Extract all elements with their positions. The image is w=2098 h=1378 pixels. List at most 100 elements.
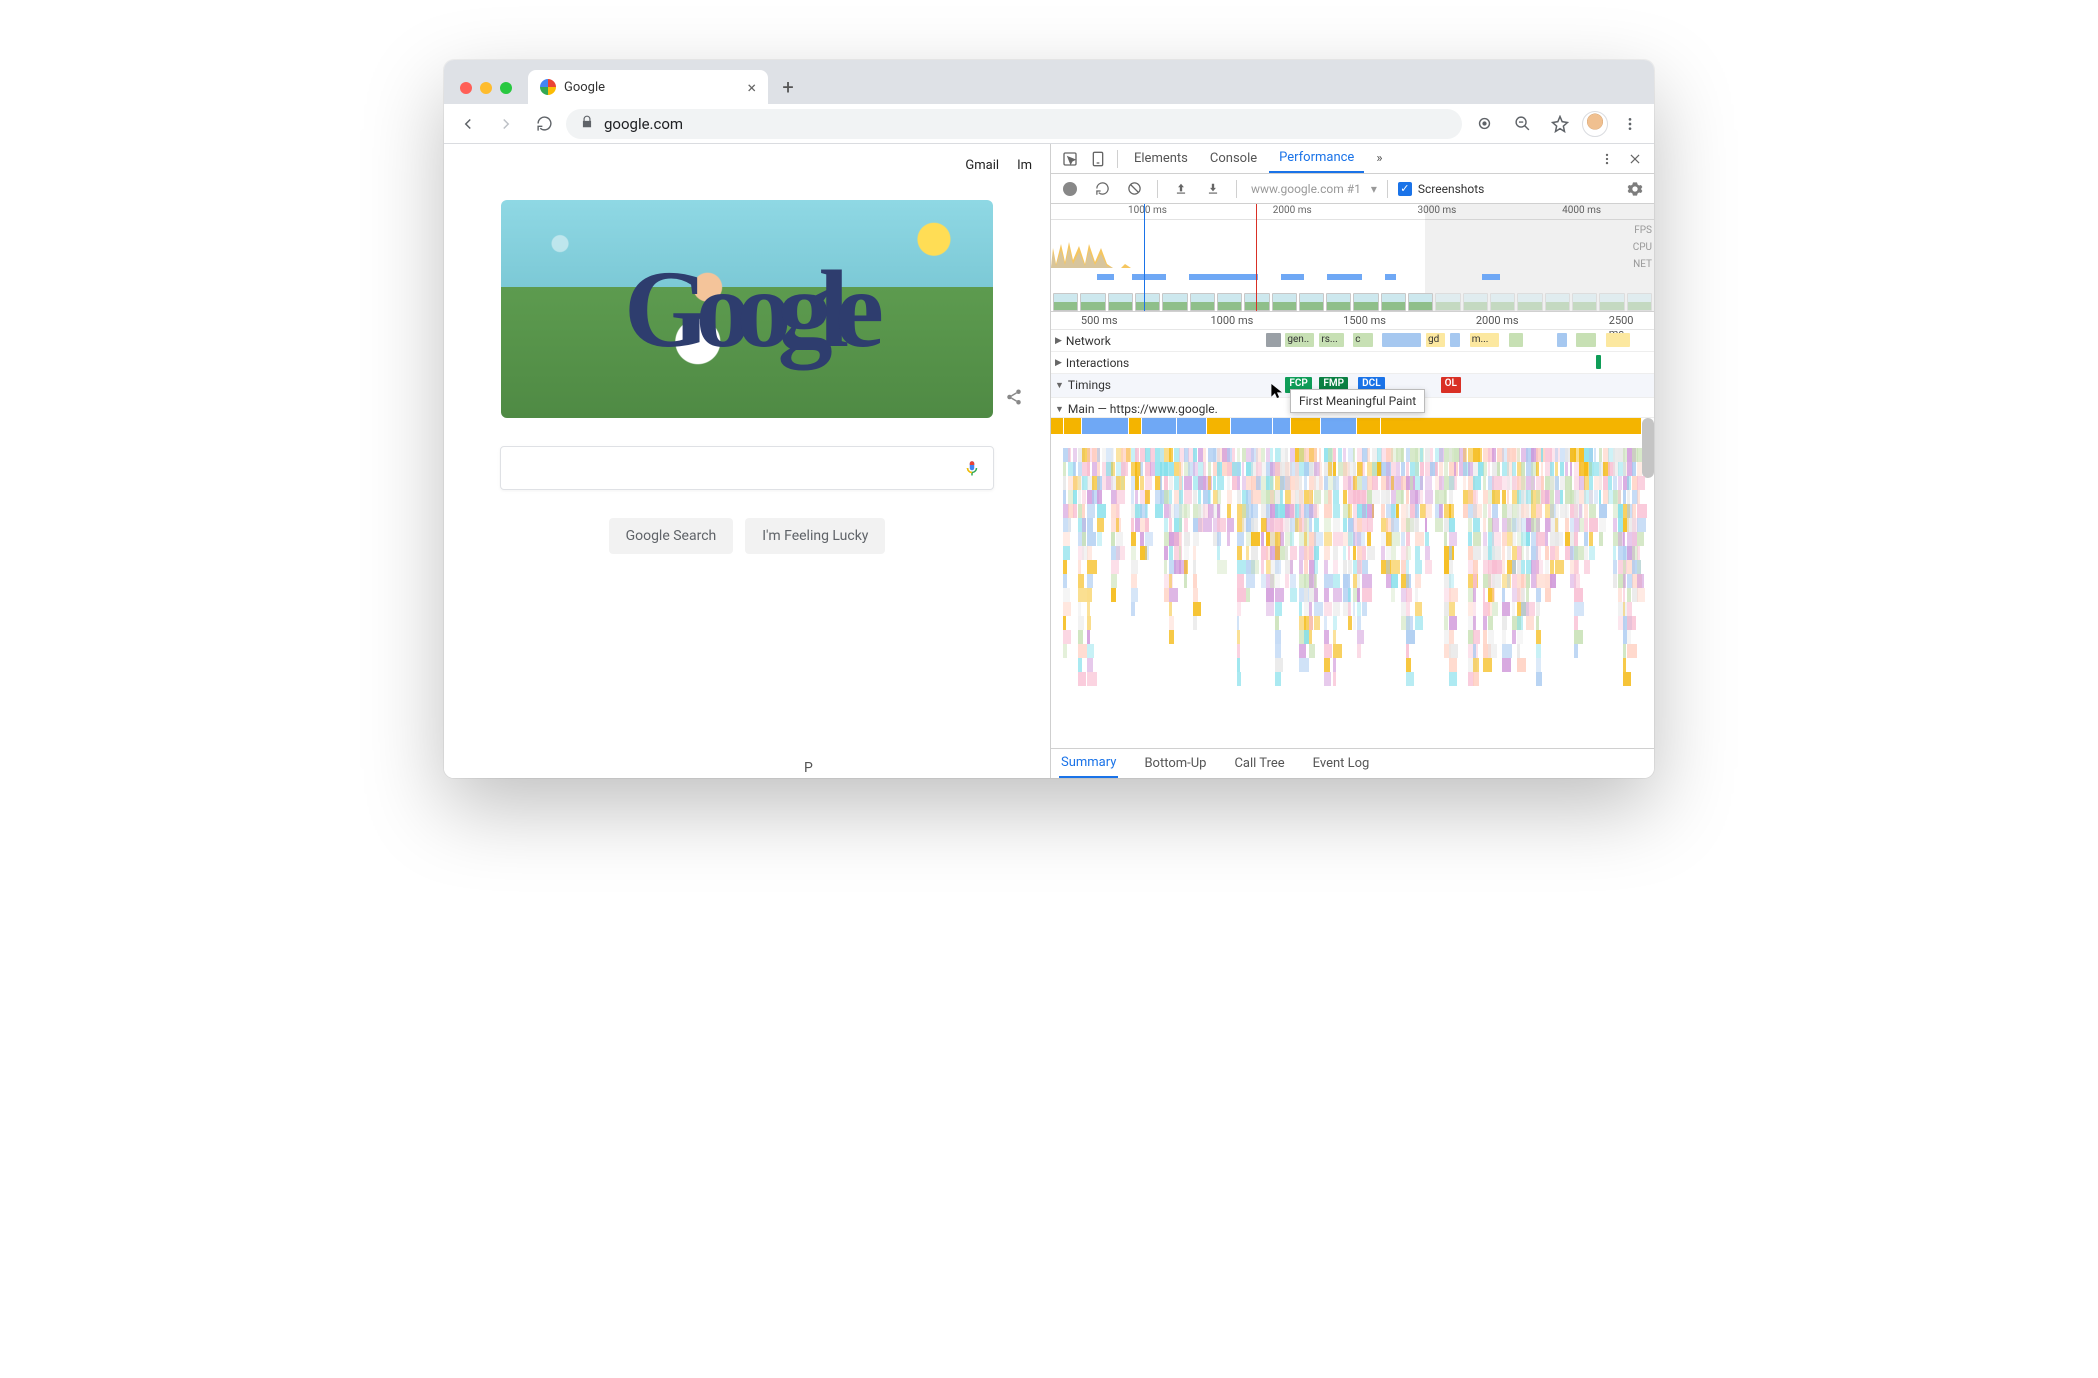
feeling-lucky-button[interactable]: I'm Feeling Lucky	[745, 518, 885, 554]
menu-button[interactable]	[1614, 108, 1646, 140]
tab-console[interactable]: Console	[1200, 145, 1267, 172]
browser-tab[interactable]: Google ×	[528, 70, 768, 104]
inspect-icon[interactable]	[1057, 146, 1083, 172]
screenshot-thumb[interactable]	[1463, 293, 1488, 311]
chevron-right-icon: ▶	[1055, 358, 1062, 368]
new-tab-button[interactable]: +	[774, 73, 802, 101]
network-request[interactable]: gen..	[1285, 333, 1314, 347]
interactions-track-header[interactable]: ▶Interactions	[1051, 352, 1169, 374]
record-button[interactable]	[1057, 176, 1083, 202]
screenshot-thumb[interactable]	[1162, 293, 1187, 311]
cutoff-char: P	[804, 760, 813, 776]
bottom-up-tab[interactable]: Bottom-Up	[1142, 750, 1208, 777]
scrollbar-thumb[interactable]	[1642, 418, 1654, 478]
event-log-tab[interactable]: Event Log	[1311, 750, 1372, 777]
bookmark-button[interactable]	[1544, 108, 1576, 140]
chevron-down-icon[interactable]: ▾	[1371, 182, 1377, 196]
clear-button[interactable]	[1121, 176, 1147, 202]
search-input[interactable]	[500, 446, 994, 490]
screenshot-filmstrip[interactable]	[1051, 293, 1654, 311]
zoom-icon[interactable]	[1506, 108, 1538, 140]
screenshot-thumb[interactable]	[1217, 293, 1242, 311]
screenshots-label: Screenshots	[1418, 182, 1484, 196]
minimize-window-icon[interactable]	[480, 82, 492, 94]
tab-elements[interactable]: Elements	[1124, 145, 1198, 172]
profile-selector[interactable]: www.google.com #1	[1251, 182, 1361, 196]
reload-record-button[interactable]	[1089, 176, 1115, 202]
address-bar[interactable]: google.com	[566, 109, 1462, 139]
network-request[interactable]: c	[1353, 333, 1372, 347]
network-request[interactable]	[1266, 333, 1281, 347]
call-tree-tab[interactable]: Call Tree	[1232, 750, 1286, 777]
timeline-overview[interactable]: 1000 ms2000 ms3000 ms4000 ms FPS CPU NET	[1051, 204, 1654, 312]
load-profile-button[interactable]	[1168, 176, 1194, 202]
flame-chart[interactable]	[1051, 418, 1654, 748]
devtools-panel: Elements Console Performance » www.googl…	[1050, 144, 1654, 778]
net-label: NET	[1633, 256, 1652, 273]
net-chart	[1051, 274, 1626, 282]
forward-button[interactable]	[490, 108, 522, 140]
gmail-link[interactable]: Gmail	[965, 158, 999, 173]
screenshot-thumb[interactable]	[1545, 293, 1570, 311]
timeline-detail[interactable]: 500 ms1000 ms1500 ms2000 ms2500 ms ▶Netw…	[1051, 312, 1654, 748]
screenshot-thumb[interactable]	[1408, 293, 1433, 311]
network-request[interactable]	[1557, 333, 1567, 347]
back-button[interactable]	[452, 108, 484, 140]
summary-tab[interactable]: Summary	[1059, 749, 1118, 778]
network-request[interactable]: gd	[1426, 333, 1445, 347]
images-link[interactable]: Im	[1017, 158, 1032, 173]
network-request[interactable]: rs...	[1319, 333, 1343, 347]
share-icon[interactable]	[1005, 388, 1023, 410]
screenshot-thumb[interactable]	[1599, 293, 1624, 311]
screenshot-thumb[interactable]	[1627, 293, 1652, 311]
devtools-menu-icon[interactable]	[1594, 146, 1620, 172]
settings-gear-icon[interactable]	[1622, 176, 1648, 202]
timing-marker-ol[interactable]: OL	[1441, 377, 1461, 393]
screenshot-thumb[interactable]	[1053, 293, 1078, 311]
screenshot-thumb[interactable]	[1326, 293, 1351, 311]
mic-icon[interactable]	[963, 459, 981, 477]
screenshot-thumb[interactable]	[1381, 293, 1406, 311]
tab-performance[interactable]: Performance	[1269, 144, 1364, 173]
detail-tick: 500 ms	[1081, 314, 1118, 327]
chevron-down-icon: ▼	[1055, 404, 1064, 415]
screenshot-thumb[interactable]	[1572, 293, 1597, 311]
devtools-close-button[interactable]	[1622, 146, 1648, 172]
screenshot-thumb[interactable]	[1490, 293, 1515, 311]
tab-close-button[interactable]: ×	[747, 78, 756, 97]
maximize-window-icon[interactable]	[500, 82, 512, 94]
screenshot-thumb[interactable]	[1517, 293, 1542, 311]
device-icon[interactable]	[1085, 146, 1111, 172]
network-request[interactable]	[1450, 333, 1460, 347]
tabs-overflow[interactable]: »	[1366, 145, 1392, 172]
network-request[interactable]	[1606, 333, 1630, 347]
screenshot-thumb[interactable]	[1353, 293, 1378, 311]
performance-toolbar: www.google.com #1 ▾ ✓ Screenshots	[1051, 174, 1654, 204]
network-request[interactable]	[1576, 333, 1595, 347]
detail-tick: 2000 ms	[1476, 314, 1519, 327]
timings-track-header[interactable]: ▼Timings	[1051, 374, 1169, 396]
screenshot-thumb[interactable]	[1135, 293, 1160, 311]
network-track-header[interactable]: ▶Network	[1051, 330, 1169, 352]
network-request[interactable]: m...	[1470, 333, 1499, 347]
location-icon[interactable]	[1468, 108, 1500, 140]
screenshot-thumb[interactable]	[1190, 293, 1215, 311]
lock-icon	[580, 115, 594, 133]
reload-button[interactable]	[528, 108, 560, 140]
screenshot-thumb[interactable]	[1080, 293, 1105, 311]
screenshot-thumb[interactable]	[1108, 293, 1133, 311]
network-request[interactable]	[1509, 333, 1524, 347]
network-request[interactable]	[1382, 333, 1421, 347]
screenshot-thumb[interactable]	[1435, 293, 1460, 311]
save-profile-button[interactable]	[1200, 176, 1226, 202]
google-doodle[interactable]: Google	[501, 200, 993, 418]
screenshots-checkbox[interactable]: ✓	[1398, 182, 1412, 196]
network-track[interactable]: ▶Network gen.. rs... c gd m...	[1051, 330, 1654, 352]
interactions-track[interactable]: ▶Interactions	[1051, 352, 1654, 374]
chevron-right-icon: ▶	[1055, 336, 1062, 346]
screenshot-thumb[interactable]	[1272, 293, 1297, 311]
screenshot-thumb[interactable]	[1299, 293, 1324, 311]
close-window-icon[interactable]	[460, 82, 472, 94]
google-search-button[interactable]: Google Search	[609, 518, 734, 554]
profile-avatar[interactable]	[1582, 111, 1608, 137]
